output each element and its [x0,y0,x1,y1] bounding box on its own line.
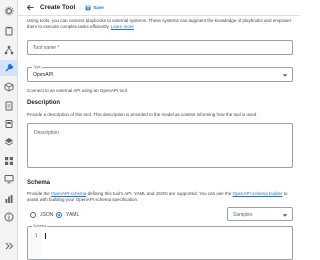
schema-help-prefix: Provide the [27,191,50,196]
description-heading: Description [27,100,61,106]
description-textarea[interactable]: Description [27,123,293,168]
monitor-icon[interactable] [3,173,15,185]
schema-editor[interactable]: Schema 1 [27,224,293,260]
text-cursor [45,233,46,239]
page-icon[interactable] [3,118,15,130]
schema-heading: Schema [27,180,51,186]
tool-name-placeholder: Tool name * [33,45,60,51]
save-button[interactable]: Save [85,5,104,11]
description-help: Provide a description of this tool. This… [27,112,258,117]
type-select[interactable]: Type OpenAPI [27,65,293,82]
line-number: 1 [35,234,38,239]
chevron-down-icon [282,74,288,77]
cube-icon[interactable] [3,81,15,93]
json-radio-label: JSON [40,212,54,218]
connect-text: Connect to an external API using an Open… [27,88,129,93]
type-value: OpenAPI [33,72,54,78]
description-placeholder: Description [34,130,60,136]
intro-block: Using tools, you can connect playbooks t… [27,18,292,29]
layers-icon[interactable] [3,136,15,148]
settings-icon[interactable] [3,5,15,17]
back-arrow-icon[interactable] [23,1,37,15]
openapi-schema-builder-link[interactable]: OpenAPI schema builder [232,191,282,196]
learn-more-link[interactable]: Learn more [111,24,134,29]
samples-select[interactable]: Samples [227,207,293,221]
tool-name-field[interactable]: Tool name * [27,40,293,55]
clipboard-icon[interactable] [3,25,15,37]
intro-text: Using tools, you can connect playbooks t… [27,18,292,29]
yaml-radio[interactable] [56,212,62,218]
flows-icon[interactable] [3,44,15,56]
chevron-down-icon [282,214,288,217]
chart-icon[interactable] [3,193,15,205]
save-label: Save [93,5,104,10]
page-title: Create Tool [40,4,76,11]
intro-copy: Using tools, you can connect playbooks t… [27,18,292,29]
info-icon[interactable] [3,211,15,223]
editor-gutter [28,227,42,259]
wrench-icon[interactable] [3,62,15,74]
openapi-schema-link[interactable]: OpenAPI schema [51,191,86,196]
save-icon [85,5,91,10]
page-header: Create Tool Save [18,0,300,16]
samples-placeholder: Samples [233,212,253,218]
json-radio[interactable] [30,212,36,218]
yaml-radio-label: YAML [66,212,80,218]
grid-icon[interactable] [3,155,15,167]
document-icon[interactable] [3,100,15,112]
expand-rail-icon[interactable] [3,240,15,252]
schema-help: Provide the OpenAPI schema defining this… [27,191,293,202]
schema-help-middle: defining this tool's API. YAML and JSON … [87,191,232,196]
type-label: Type [32,65,42,69]
left-nav-rail [0,0,18,260]
